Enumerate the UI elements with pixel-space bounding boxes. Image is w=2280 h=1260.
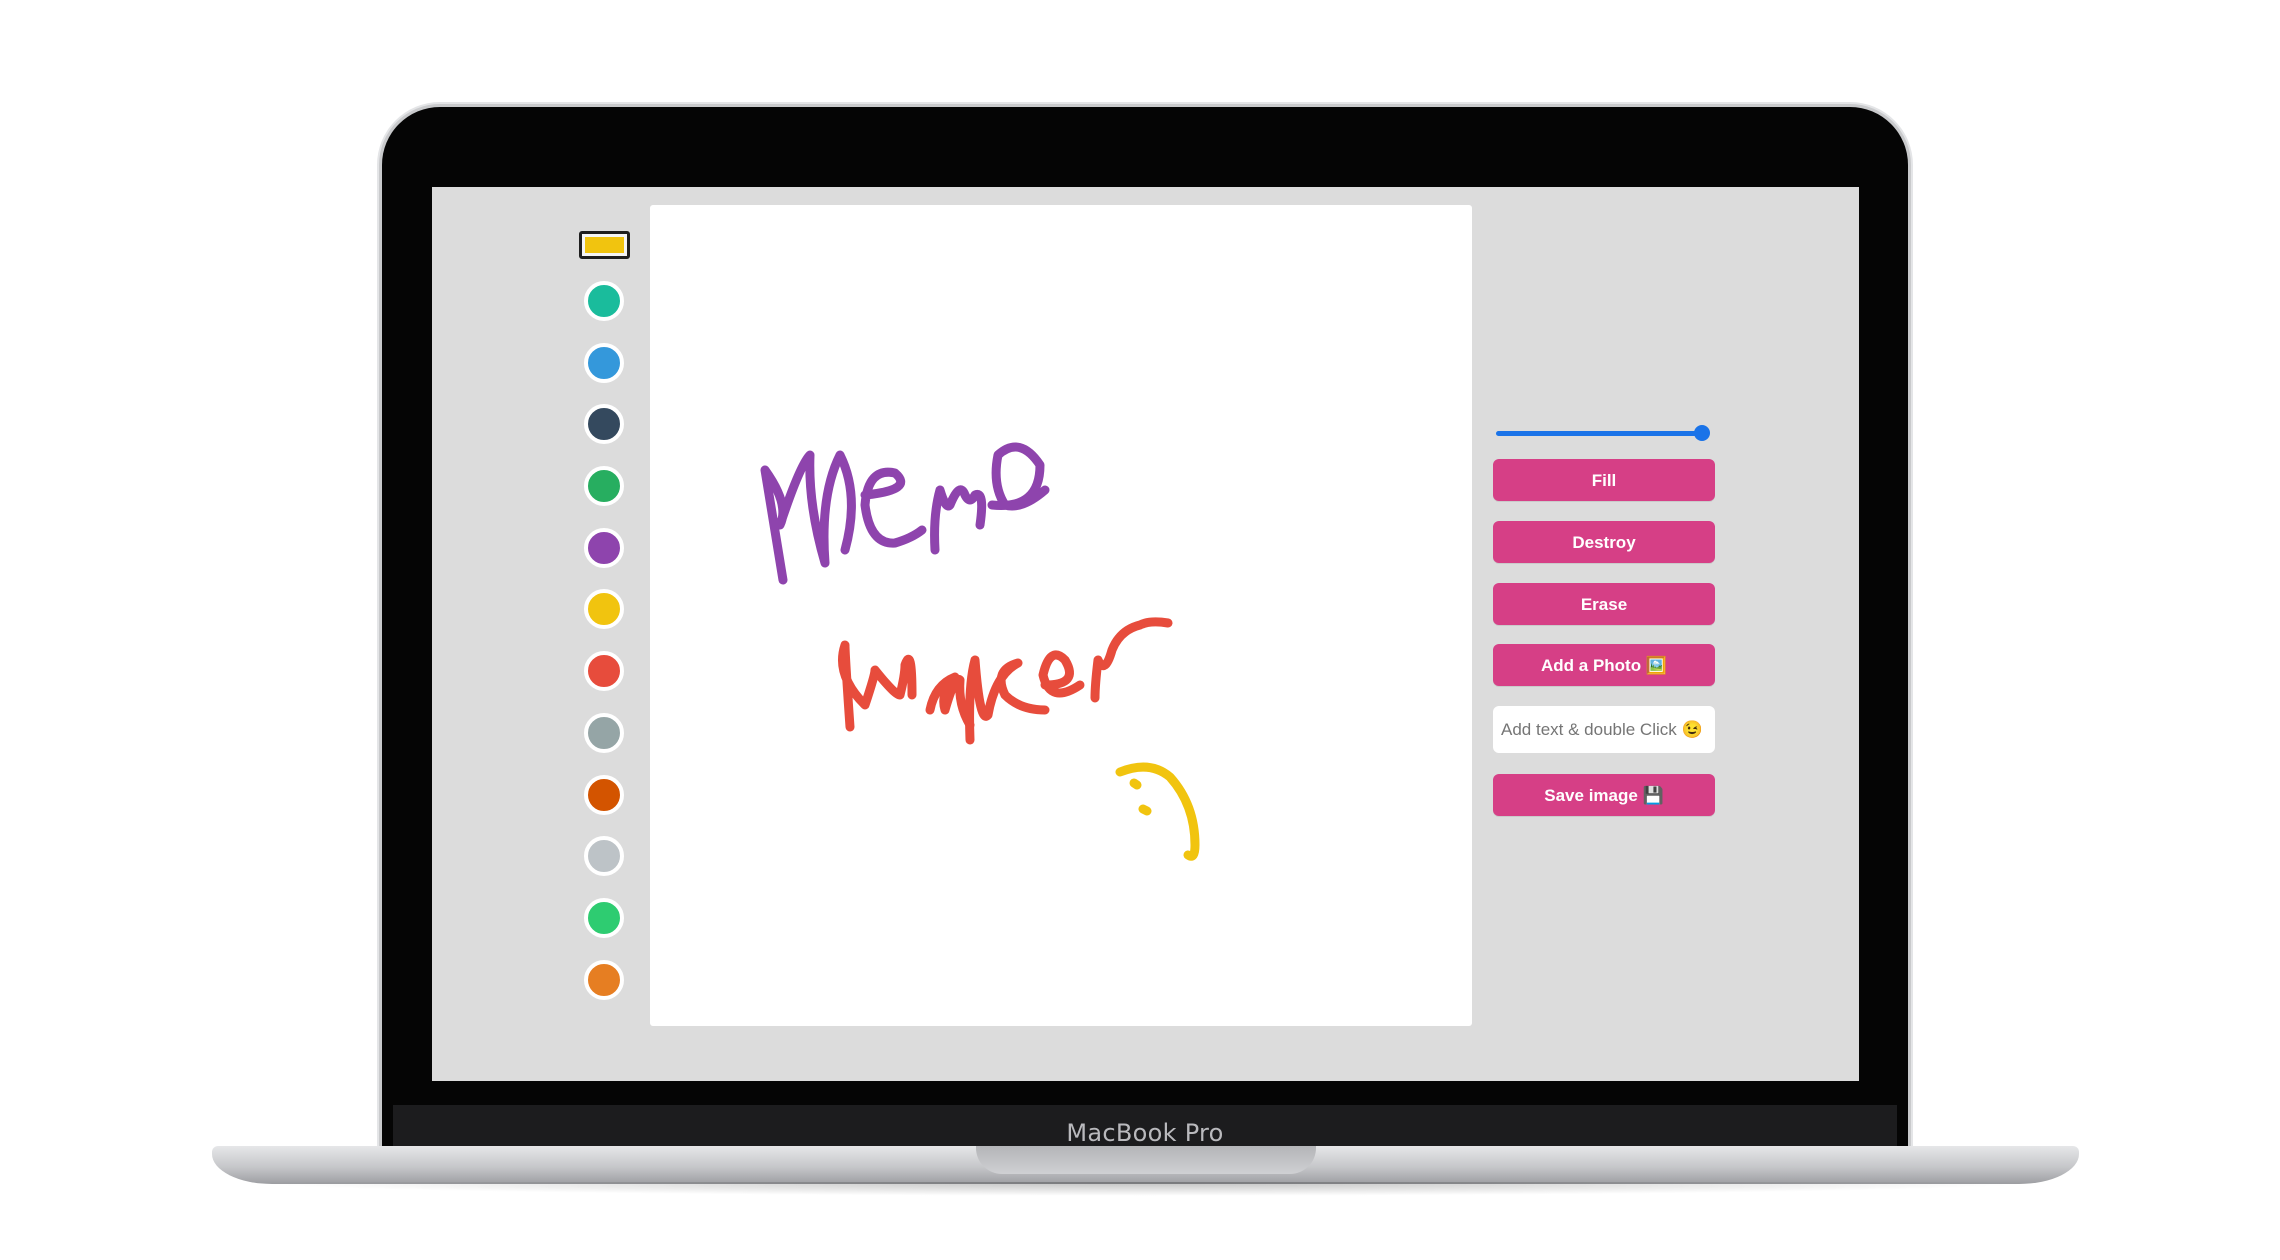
- destroy-button[interactable]: Destroy: [1493, 521, 1715, 563]
- slider-thumb[interactable]: [1694, 425, 1710, 441]
- color-picker-input[interactable]: [579, 231, 630, 259]
- selected-color-fill: [585, 237, 624, 253]
- laptop-shadow: [240, 1182, 2051, 1196]
- add-text-input[interactable]: [1493, 706, 1715, 753]
- fill-button[interactable]: Fill: [1493, 459, 1715, 501]
- color-swatch-blue[interactable]: [584, 343, 624, 383]
- color-swatch-orange[interactable]: [584, 960, 624, 1000]
- color-swatch-silver[interactable]: [584, 836, 624, 876]
- color-swatch-green[interactable]: [584, 466, 624, 506]
- meme-stroke: [760, 442, 1050, 585]
- smiley-stroke: [1115, 762, 1200, 861]
- color-swatch-yellow[interactable]: [584, 589, 624, 629]
- color-swatch-navy[interactable]: [584, 404, 624, 444]
- erase-button[interactable]: Erase: [1493, 583, 1715, 625]
- color-swatch-red[interactable]: [584, 651, 624, 691]
- laptop-notch: [976, 1146, 1316, 1174]
- color-swatch-dark-orange[interactable]: [584, 775, 624, 815]
- color-swatch-purple[interactable]: [584, 528, 624, 568]
- line-width-slider[interactable]: [1494, 423, 1712, 443]
- maker-stroke: [838, 617, 1173, 745]
- drawing-canvas[interactable]: [650, 205, 1472, 1026]
- color-swatch-emerald[interactable]: [584, 898, 624, 938]
- color-swatch-turquoise[interactable]: [584, 281, 624, 321]
- slider-track: [1496, 431, 1706, 436]
- add-photo-button[interactable]: Add a Photo 🖼️: [1493, 644, 1715, 686]
- save-image-button[interactable]: Save image 💾: [1493, 774, 1715, 816]
- app-screen: Fill Destroy Erase Add a Photo 🖼️ Save i…: [432, 187, 1859, 1081]
- color-swatch-gray[interactable]: [584, 713, 624, 753]
